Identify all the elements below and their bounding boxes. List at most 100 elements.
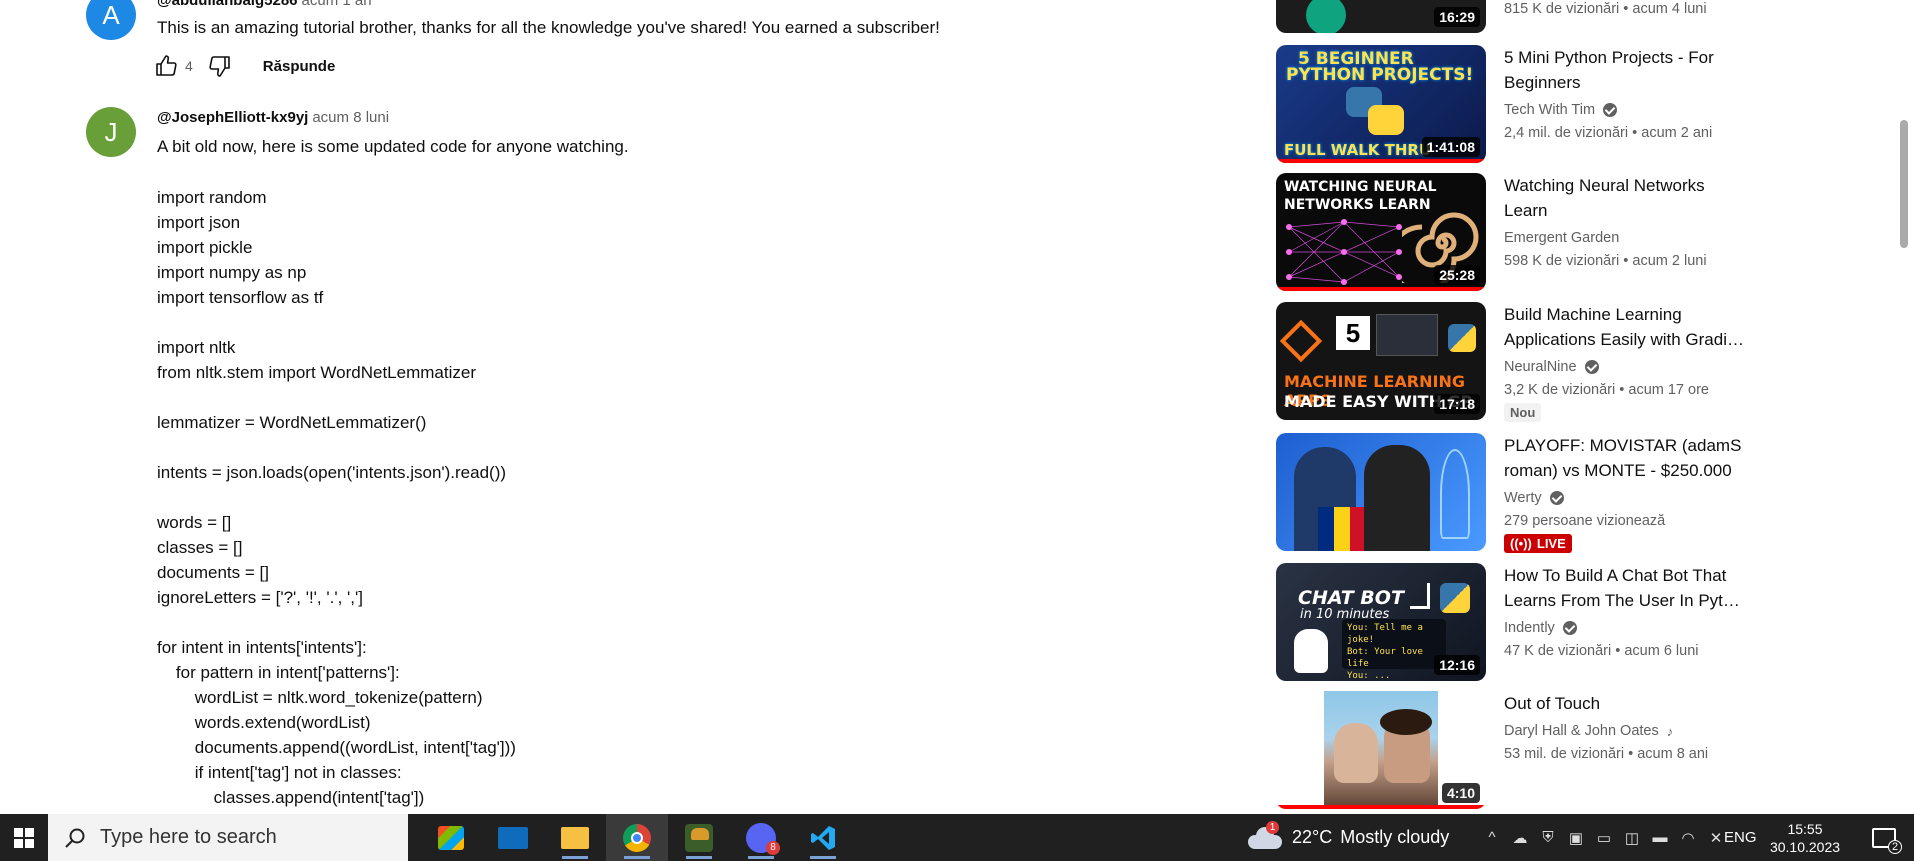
screen-icon[interactable]: ◫ <box>1618 829 1646 847</box>
video-title[interactable]: PLAYOFF: MOVISTAR (adamS roman) vs MONTE … <box>1504 433 1744 483</box>
notification-badge: 8 <box>766 840 780 855</box>
video-recommendation[interactable]: WATCHING NEURAL NETWORKS LEARN 25:28 Wat… <box>1276 173 1746 293</box>
video-title[interactable]: How To Build A Chat Bot That Learns From … <box>1504 563 1744 613</box>
code-line: from nltk.stem import WordNetLemmatizer <box>157 363 476 382</box>
avatar[interactable]: J <box>86 107 136 157</box>
channel-name[interactable]: Emergent Garden <box>1504 230 1619 246</box>
channel-name[interactable]: Werty <box>1504 490 1564 506</box>
video-title[interactable]: Out of Touch <box>1504 691 1744 716</box>
code-line: classes = [] <box>157 538 243 557</box>
taskbar-app-game[interactable] <box>668 814 730 861</box>
wifi-icon[interactable]: ◠ <box>1674 829 1702 847</box>
battery-icon[interactable]: ▬ <box>1646 829 1674 846</box>
taskbar-app-store[interactable] <box>420 814 482 861</box>
folder-icon <box>561 826 589 849</box>
start-button[interactable] <box>0 814 48 861</box>
video-recommendation[interactable]: 5 MACHINE LEARNING APPS MADE EASY WITH G… <box>1276 302 1746 422</box>
avatar[interactable]: A <box>86 0 136 40</box>
video-meta: 815 K de vizionări • acum 4 luni <box>1504 1 1707 17</box>
video-thumbnail[interactable] <box>1276 433 1486 551</box>
weather-widget[interactable]: 1 22°C Mostly cloudy <box>1248 814 1449 861</box>
taskbar-app-file-explorer[interactable] <box>544 814 606 861</box>
video-recommendation[interactable]: 4:10 Out of Touch Daryl Hall & John Oate… <box>1276 691 1746 811</box>
display-icon[interactable]: ▭ <box>1590 829 1618 847</box>
video-title[interactable]: Build Machine Learning Applications Easil… <box>1504 302 1744 352</box>
comment-time[interactable]: acum 8 luni <box>312 109 389 126</box>
video-meta: 2,4 mil. de vizionări • acum 2 ani <box>1504 125 1713 141</box>
video-title[interactable]: 5 Mini Python Projects - For Beginners <box>1504 45 1744 95</box>
code-line: ignoreLetters = ['?', '!', '.', ','] <box>157 588 363 607</box>
video-meta: 598 K de vizionări • acum 2 luni <box>1504 253 1707 269</box>
video-duration: 25:28 <box>1434 265 1480 285</box>
video-thumbnail[interactable]: WATCHING NEURAL NETWORKS LEARN 25:28 <box>1276 173 1486 291</box>
thumbnail-caption: CHAT BOT <box>1298 587 1404 609</box>
video-recommendation[interactable]: PLAYOFF: MOVISTAR (adamS roman) vs MONTE … <box>1276 433 1746 553</box>
taskbar-app-chrome[interactable] <box>606 814 668 861</box>
chat-line: Bot: Your love life <box>1347 647 1423 669</box>
arrow-down-icon <box>1410 583 1430 609</box>
code-line: import json <box>157 213 241 232</box>
system-tray: ^ ☁ ⛨ ▣ ▭ ◫ ▬ ◠ ✕ <box>1478 814 1730 861</box>
comment-author[interactable]: @JosephElliott-kx9yj acum 8 luni <box>157 109 389 126</box>
app-tray-icon[interactable]: ▣ <box>1562 829 1590 847</box>
taskbar-app-discord[interactable]: 8 <box>730 814 792 861</box>
video-meta: 3,2 K de vizionări • acum 17 ore <box>1504 382 1709 398</box>
comment-code-block: import random import json import pickle imp… <box>157 160 516 810</box>
video-thumbnail[interactable]: 16:29 <box>1276 0 1486 33</box>
channel-name[interactable]: Indently <box>1504 620 1577 636</box>
code-line: if intent['tag'] not in classes: <box>157 763 402 782</box>
page-scrollbar[interactable] <box>1900 120 1908 248</box>
shield-icon[interactable]: ⛨ <box>1534 829 1562 846</box>
comment-author[interactable]: @abdullahbaig5286 acum 1 an <box>157 0 372 9</box>
video-thumbnail[interactable]: 4:10 <box>1276 691 1486 809</box>
verified-icon <box>1549 491 1564 505</box>
channel-name[interactable]: NeuralNine <box>1504 359 1599 375</box>
comment-text: A bit old now, here is some updated code… <box>157 137 629 156</box>
video-meta: 279 persoane vizionează <box>1504 513 1666 529</box>
watch-progress-bar <box>1276 287 1486 291</box>
dislike-icon[interactable] <box>207 53 233 79</box>
video-thumbnail[interactable]: 5 BEGINNER PYTHON PROJECTS! FULL WALK TH… <box>1276 45 1486 163</box>
code-line: import tensorflow as tf <box>157 288 324 307</box>
taskbar-app-mail[interactable] <box>482 814 544 861</box>
video-title[interactable]: Watching Neural Networks Learn <box>1504 173 1744 223</box>
video-thumbnail[interactable]: CHAT BOT in 10 minutes You: Tell me a jo… <box>1276 563 1486 681</box>
taskbar-app-vscode[interactable] <box>792 814 854 861</box>
code-line: documents.append((wordList, intent['tag'… <box>157 738 516 757</box>
code-line: import random <box>157 188 267 207</box>
verified-icon <box>1603 103 1618 117</box>
app-window-graphic <box>1376 314 1438 356</box>
taskbar-search-box[interactable]: Type here to search <box>48 814 408 861</box>
cloud-icon: 1 <box>1248 820 1282 849</box>
language-indicator[interactable]: ENG <box>1724 814 1757 861</box>
code-line: lemmatizer = WordNetLemmatizer() <box>157 413 427 432</box>
number-five-tile: 5 <box>1336 316 1370 350</box>
code-line: import numpy as np <box>157 263 307 282</box>
discord-icon: 8 <box>746 822 780 855</box>
video-recommendation[interactable]: 5 BEGINNER PYTHON PROJECTS! FULL WALK TH… <box>1276 45 1746 165</box>
comment-time[interactable]: acum 1 an <box>302 0 372 9</box>
windows-logo-icon <box>14 827 34 848</box>
search-icon <box>65 828 85 848</box>
reply-button[interactable]: Răspunde <box>263 58 336 75</box>
video-thumbnail[interactable]: 5 MACHINE LEARNING APPS MADE EASY WITH G… <box>1276 302 1486 420</box>
code-line: wordList = nltk.word_tokenize(pattern) <box>157 688 483 707</box>
watch-progress-bar <box>1276 805 1486 809</box>
vscode-icon <box>811 825 835 850</box>
channel-name[interactable]: Daryl Hall & John Oates ♪ <box>1504 723 1673 739</box>
notification-center-button[interactable]: 2 <box>1862 814 1906 861</box>
video-recommendation[interactable]: 16:29 815 K de vizionări • acum 4 luni <box>1276 0 1746 35</box>
system-clock[interactable]: 15:55 30.10.2023 <box>1768 820 1842 856</box>
verified-icon <box>1584 360 1599 374</box>
live-badge: ((•)) LIVE <box>1504 534 1572 553</box>
video-recommendation[interactable]: CHAT BOT in 10 minutes You: Tell me a jo… <box>1276 563 1746 683</box>
cloud-sync-icon[interactable]: ☁ <box>1506 829 1534 847</box>
channel-name[interactable]: Tech With Tim <box>1504 102 1618 118</box>
chevron-up-icon[interactable]: ^ <box>1478 829 1506 846</box>
verified-icon <box>1562 621 1577 635</box>
like-icon[interactable] <box>153 53 179 79</box>
watch-progress-bar <box>1276 159 1486 163</box>
